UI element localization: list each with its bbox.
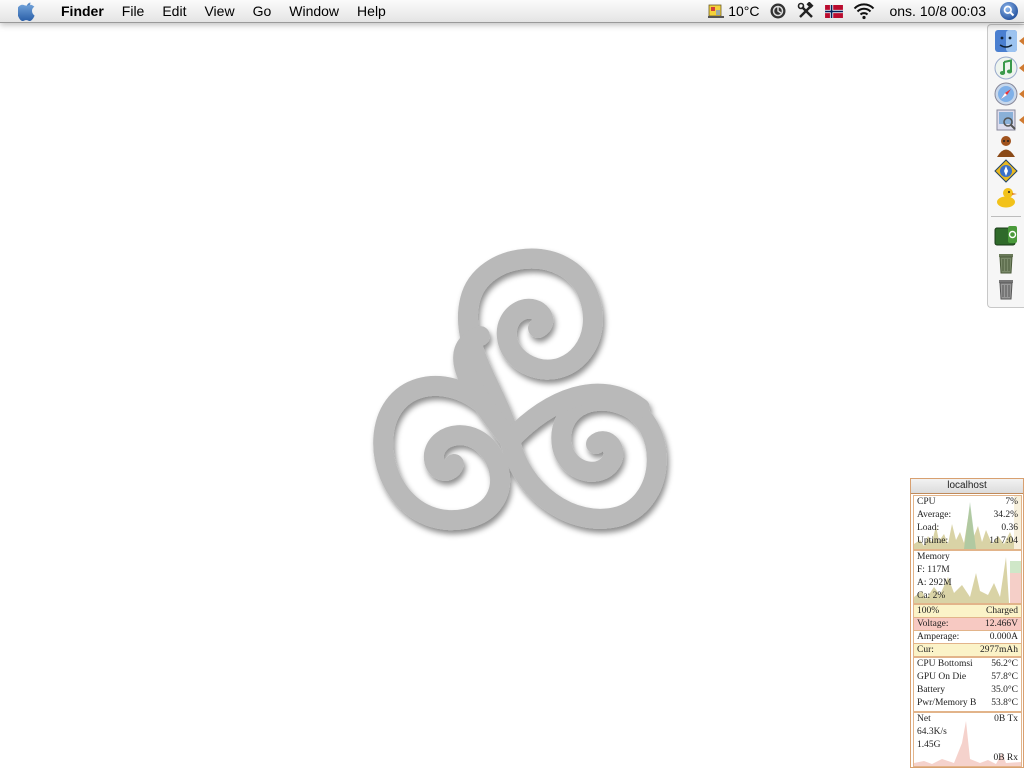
trash-icon[interactable] [994,276,1018,300]
system-monitor-widget: localhost CPU 7% Average: 34.2% Load: 0.36 … [910,478,1024,768]
temp-power-row: Pwr/Memory B 53.8°C [917,698,1018,708]
temperature-panel: CPU Bottomsi 56.2°C GPU On Die 57.8°C Batt… [913,657,1022,712]
status-circle-icon [770,3,786,19]
menu-bar: Finder File Edit View Go Window Help 10°… [0,0,1024,23]
net-rate-row: 64.3K/s [917,727,947,737]
wifi-icon [854,3,875,20]
menu-go[interactable]: Go [244,0,281,22]
net-total-row: 1.45G [917,740,941,750]
temp-cpu-row: CPU Bottomsi 56.2°C [917,659,1018,669]
itunes-icon[interactable] [994,56,1018,80]
cpu-row: CPU 7% [917,497,1018,507]
triskele-emblem [350,228,680,548]
norway-flag-icon [825,4,844,18]
safari-icon[interactable] [994,82,1018,106]
menu-help[interactable]: Help [348,0,395,22]
temp-battery-row: Battery 35.0°C [917,685,1018,695]
input-menu-extra[interactable] [825,4,844,18]
preview-icon[interactable] [994,108,1018,132]
monitor-title: localhost [911,479,1023,494]
menu-finder[interactable]: Finder [52,0,113,22]
net-rx-row: 0B Rx [993,753,1018,763]
spotlight-icon [1000,2,1018,20]
menu-window[interactable]: Window [280,0,348,22]
compass-icon[interactable] [994,159,1018,183]
trash-full-icon[interactable] [994,250,1018,274]
running-indicator [1019,64,1024,72]
dock-separator [991,216,1021,217]
menu-edit[interactable]: Edit [153,0,195,22]
memory-panel: Memory F: 117M A: 292M Ca: 2% [913,550,1022,604]
status-circle-menu-extra[interactable] [769,2,787,20]
cpu-average-row: Average: 34.2% [917,510,1018,520]
running-indicator [1019,37,1024,45]
memory-cache-row: Ca: 2% [917,591,946,601]
running-indicator [1019,116,1024,124]
duck-icon[interactable] [994,185,1018,209]
battery-capacity-row: Cur: 2977mAh [913,643,1022,657]
wifi-menu-extra[interactable] [853,2,875,20]
battery-status-row: 100% Charged [913,604,1022,618]
weather-menu-extra[interactable]: 10°C [707,2,759,20]
external-drive-icon[interactable] [994,224,1018,248]
uptime-row: Uptime: 1d 7:04 [917,536,1018,546]
memory-active-row: A: 292M [917,578,952,588]
memory-free-row: F: 117M [917,565,950,575]
memory-row: Memory [917,552,950,562]
battery-amperage-row: Amperage: 0.000A [913,630,1022,644]
running-indicator [1019,90,1024,98]
net-row: Net 0B Tx [917,714,1018,724]
spotlight-button[interactable] [998,0,1020,22]
tools-menu-extra[interactable] [797,2,815,20]
apple-icon[interactable] [18,1,38,21]
finder-icon[interactable] [994,29,1018,53]
dock [987,24,1024,308]
temp-gpu-row: GPU On Die 57.8°C [917,672,1018,682]
tools-icon [798,2,815,18]
weather-icon [708,4,725,18]
network-panel: Net 0B Tx 64.3K/s 1.45G 0B Rx [913,712,1022,767]
temperature-readout: 10°C [728,3,760,19]
menu-view[interactable]: View [195,0,243,22]
cpu-panel: CPU 7% Average: 34.2% Load: 0.36 Uptime: 1d … [913,495,1022,550]
battery-voltage-row: Voltage: 12.466V [913,617,1022,631]
character-icon[interactable] [994,134,1018,158]
cpu-load-row: Load: 0.36 [917,523,1018,533]
menu-file[interactable]: File [113,0,154,22]
menubar-clock[interactable]: ons. 10/8 00:03 [889,3,986,19]
